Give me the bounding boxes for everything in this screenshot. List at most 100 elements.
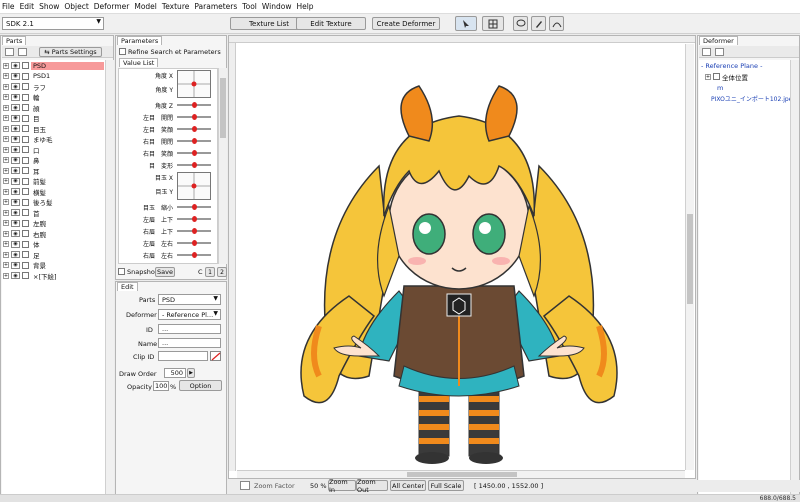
lock-checkbox[interactable] [22, 93, 29, 101]
lock-checkbox[interactable] [22, 198, 29, 206]
opacity-field[interactable]: 100 [153, 381, 169, 391]
refine-checkbox[interactable] [119, 48, 126, 55]
slider-knob[interactable] [192, 240, 197, 246]
menu-edit[interactable]: Edit [20, 2, 35, 11]
eye-icon[interactable]: ◉ [11, 156, 20, 164]
expand-icon[interactable]: + [3, 272, 9, 279]
parameter-2d-pad[interactable] [177, 172, 211, 200]
parts-list-item[interactable]: + ◉ ラフ [3, 82, 104, 92]
parameter-slider[interactable] [177, 126, 211, 132]
save-button[interactable]: Save [155, 267, 175, 277]
lock-checkbox[interactable] [22, 62, 29, 69]
eye-icon[interactable]: ◉ [11, 93, 20, 101]
parameter-row[interactable]: 右目 笑顔 [127, 149, 173, 158]
eye-icon[interactable]: ◉ [11, 261, 20, 269]
parameter-slider[interactable] [177, 150, 211, 156]
lock-checkbox[interactable] [22, 219, 29, 227]
slider-knob[interactable] [192, 126, 197, 132]
menu-tool[interactable]: Tool [242, 2, 257, 11]
parts-list-item[interactable]: + ◉ 前髪 [3, 177, 104, 186]
parameter-row[interactable]: 右眉 上下 [127, 227, 173, 236]
lock-checkbox[interactable] [22, 240, 29, 248]
expand-icon[interactable]: + [3, 136, 9, 142]
expand-icon[interactable]: + [3, 62, 9, 69]
eye-icon[interactable]: ◉ [11, 83, 20, 90]
deformer-scrollbar[interactable] [790, 60, 799, 494]
expand-icon[interactable]: + [3, 94, 9, 100]
lock-checkbox[interactable] [22, 83, 29, 90]
folder-icon[interactable] [702, 48, 711, 56]
parameter-slider[interactable] [177, 228, 211, 234]
curve-tool-button[interactable] [549, 16, 564, 31]
parts-list-item[interactable]: + ◉ 輪 [3, 93, 104, 102]
parts-tab[interactable]: Parts [2, 36, 27, 45]
parameter-row[interactable]: 左目 笑顔 [127, 125, 173, 134]
name-field[interactable]: ... [158, 338, 221, 348]
parameter-slider[interactable] [177, 216, 211, 222]
draw-order-field[interactable]: 500 [164, 368, 186, 378]
expand-icon[interactable]: + [705, 73, 711, 80]
canvas-vscroll-thumb[interactable] [687, 214, 693, 304]
id-field[interactable]: ... [158, 324, 221, 334]
eye-icon[interactable]: ◉ [11, 125, 20, 132]
parts-list-item[interactable]: + ◉ 右腕 [3, 229, 104, 239]
parameter-row[interactable]: 目 変形 [127, 161, 173, 170]
expand-icon[interactable]: + [3, 104, 9, 111]
parameter-slider[interactable] [177, 252, 211, 258]
menu-file[interactable]: File [2, 2, 15, 11]
parts-list-item[interactable]: + ◉ ×[下絵] [3, 271, 104, 281]
zoom-checkbox[interactable] [240, 481, 250, 490]
parts-scrollbar[interactable] [105, 60, 114, 494]
canvas-viewport[interactable] [228, 35, 696, 479]
expand-icon[interactable]: + [3, 146, 9, 153]
menu-model[interactable]: Model [134, 2, 157, 11]
parameter-slider[interactable] [177, 240, 211, 246]
eye-icon[interactable]: ◉ [11, 251, 20, 258]
clip-id-field[interactable] [158, 351, 208, 361]
parameter-row[interactable]: 左眉 上下 [127, 215, 173, 224]
parameter-row[interactable]: 右眉 左右 [127, 251, 173, 260]
lock-checkbox[interactable] [22, 156, 29, 164]
menu-help[interactable]: Help [296, 2, 313, 11]
eye-icon[interactable]: ◉ [11, 62, 20, 69]
expand-icon[interactable]: + [3, 178, 9, 184]
eye-icon[interactable]: ◉ [11, 135, 20, 143]
parameter-slider[interactable] [177, 102, 211, 108]
lock-checkbox[interactable] [22, 114, 29, 122]
parts-list-item[interactable]: + ◉ 鼻 [3, 156, 104, 165]
lock-checkbox[interactable] [22, 125, 29, 132]
lock-checkbox[interactable] [22, 177, 29, 185]
parts-select[interactable]: PSD ▼ [158, 294, 221, 305]
lock-checkbox[interactable] [22, 188, 29, 195]
zoom-in-button[interactable]: Zoom In [328, 478, 356, 494]
canvas-horizontal-scrollbar[interactable] [237, 470, 685, 478]
eye-icon[interactable]: ◉ [11, 188, 20, 195]
lock-checkbox[interactable] [22, 261, 29, 269]
slider-knob[interactable] [192, 228, 197, 234]
slider-knob[interactable] [192, 162, 197, 168]
parts-list-item[interactable]: + ◉ 体 [3, 240, 104, 249]
eye-icon[interactable]: ◉ [11, 114, 20, 122]
expand-icon[interactable]: + [3, 251, 9, 258]
parameter-row[interactable]: 目玉 Y [127, 187, 173, 196]
parts-list-item[interactable]: + ◉ まゆ毛 [3, 135, 104, 144]
parameter-scroll-thumb[interactable] [220, 78, 226, 138]
lasso-tool-button[interactable] [513, 16, 528, 31]
parts-list-item[interactable]: + ◉ PSD [3, 61, 104, 70]
lock-checkbox[interactable] [22, 272, 29, 279]
eye-icon[interactable]: ◉ [11, 198, 20, 206]
create-deformer-button[interactable]: Create Deformer [372, 17, 440, 30]
parameter-slider[interactable] [177, 138, 211, 144]
slider-knob[interactable] [192, 204, 197, 210]
slider-knob[interactable] [192, 102, 197, 108]
deformer-root[interactable]: - Reference Plane - [701, 61, 762, 70]
parts-list-item[interactable]: + ◉ PSD1 [3, 72, 104, 81]
parts-list-item[interactable]: + ◉ 左腕 [3, 219, 104, 228]
eye-icon[interactable]: ◉ [11, 219, 20, 227]
eye-icon[interactable]: ◉ [11, 177, 20, 185]
canvas-vertical-scrollbar[interactable] [685, 44, 694, 470]
parameter-row[interactable]: 右目 開閉 [127, 137, 173, 146]
eye-icon[interactable]: ◉ [11, 240, 20, 248]
page-2-button[interactable]: 2 [217, 267, 227, 277]
slider-knob[interactable] [192, 216, 197, 222]
